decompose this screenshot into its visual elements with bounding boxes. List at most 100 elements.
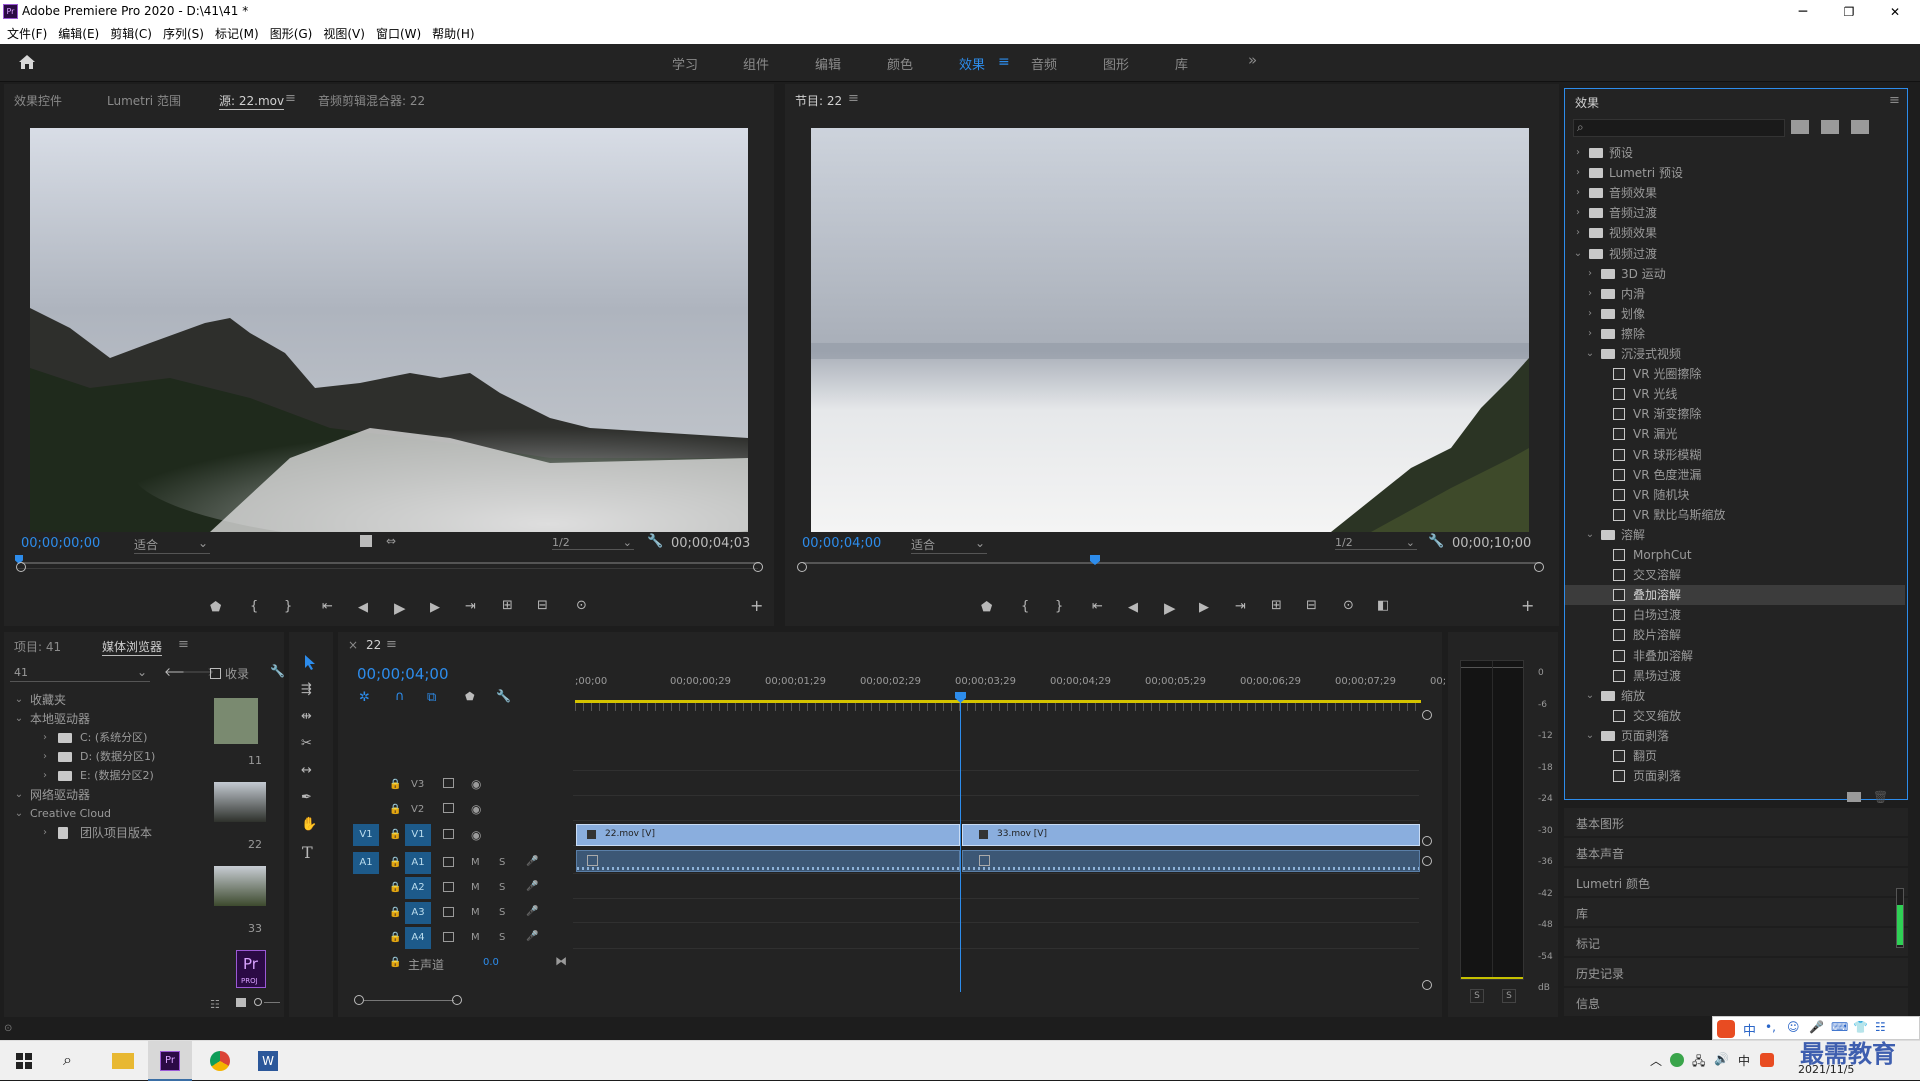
effect-item[interactable]: › 内滑 xyxy=(1565,284,1905,304)
timeline-timecode[interactable]: 00;00;04;00 xyxy=(357,665,449,683)
add-button-icon[interactable]: + xyxy=(1521,596,1534,615)
nest-toggle-icon[interactable]: ✲ xyxy=(359,690,370,705)
tab-effect-controls[interactable]: 效果控件 xyxy=(14,92,62,109)
solo-left-button[interactable]: S xyxy=(1470,989,1484,1003)
mute-button[interactable]: M xyxy=(471,882,480,893)
lock-icon[interactable]: 🔒 xyxy=(389,779,401,790)
zoom-slider-handle[interactable] xyxy=(254,998,262,1006)
sogou-ime-icon[interactable] xyxy=(1760,1053,1774,1067)
menu-view[interactable]: 视图(V) xyxy=(323,24,365,44)
trash-icon[interactable]: 🗑 xyxy=(1873,790,1888,804)
lift-icon[interactable]: ⊞ xyxy=(1271,598,1282,613)
solo-button[interactable]: S xyxy=(499,882,505,893)
effect-item[interactable]: MorphCut xyxy=(1565,545,1905,565)
chevron-down-icon[interactable]: ⌄ xyxy=(1585,525,1595,545)
add-marker-icon[interactable]: ⬟ xyxy=(465,690,475,703)
maximize-button[interactable]: ❐ xyxy=(1834,2,1864,22)
list-view-icon[interactable]: ☷ xyxy=(210,998,220,1011)
chevron-down-icon[interactable]: ⌄ xyxy=(1585,344,1595,364)
workspace-color[interactable]: 颜色 xyxy=(887,54,913,73)
camera-icon[interactable]: ⊙ xyxy=(576,598,587,613)
extract-icon[interactable]: ⊟ xyxy=(1306,598,1317,613)
source-tab-menu-icon[interactable]: ≡ xyxy=(285,91,296,106)
add-marker-icon[interactable]: ⬟ xyxy=(210,600,221,615)
play-icon[interactable]: ▶ xyxy=(1164,599,1176,617)
chevron-right-icon[interactable]: › xyxy=(1585,264,1595,284)
file-explorer-icon[interactable] xyxy=(112,1053,134,1069)
chevron-right-icon[interactable]: › xyxy=(1573,143,1583,163)
ripple-edit-tool-icon[interactable]: ⇹ xyxy=(301,709,312,724)
tab-program[interactable]: 节目: 22 xyxy=(795,92,842,109)
effect-item[interactable]: 叠加溶解 xyxy=(1565,585,1905,606)
premiere-taskbar-button[interactable]: Pr xyxy=(148,1041,192,1081)
effect-item[interactable]: ⌄ 沉浸式视频 xyxy=(1565,344,1905,364)
menu-file[interactable]: 文件(F) xyxy=(7,24,47,44)
comparison-view-icon[interactable]: ◧ xyxy=(1377,598,1389,613)
effect-item[interactable]: ⌄ 视频过渡 xyxy=(1565,244,1905,264)
timeline-zoom-start-handle[interactable] xyxy=(354,995,364,1005)
timeline-scroll-handle-mid[interactable] xyxy=(1422,836,1432,846)
mute-button[interactable]: M xyxy=(471,907,480,918)
mark-in-icon[interactable]: { xyxy=(1021,599,1029,614)
effect-item[interactable]: ⌄ 页面剥落 xyxy=(1565,726,1905,746)
microphone-icon[interactable]: 🎤 xyxy=(526,931,538,942)
accelerated-effects-icon[interactable] xyxy=(1791,120,1809,134)
tab-media-browser[interactable]: 媒体浏览器 xyxy=(102,638,163,656)
master-track-header[interactable]: 🔒 主声道 0.0 ⧓ xyxy=(343,952,573,974)
timeline-settings-icon[interactable]: 🔧 xyxy=(496,689,511,703)
effects-search-input[interactable]: ⌕ xyxy=(1573,119,1785,137)
effect-item[interactable]: 交叉溶解 xyxy=(1565,565,1905,585)
workspace-editing[interactable]: 编辑 xyxy=(815,54,841,73)
track-header-v2[interactable]: 🔒 V2 ◉ xyxy=(343,799,481,821)
track-header-a2[interactable]: 🔒 A2 M S 🎤 xyxy=(343,877,538,899)
clip-22-audio[interactable] xyxy=(576,850,960,872)
sync-lock-icon[interactable] xyxy=(443,907,454,917)
media-tab-menu-icon[interactable]: ≡ xyxy=(178,637,189,652)
effect-item[interactable]: VR 默比乌斯缩放 xyxy=(1565,505,1905,525)
ime-emoji-icon[interactable]: ☺ xyxy=(1787,1020,1800,1034)
sync-lock-icon[interactable] xyxy=(443,829,454,839)
ingest-checkbox[interactable] xyxy=(210,668,221,679)
track-target[interactable]: A4 xyxy=(405,927,431,949)
timeline-playhead-line[interactable] xyxy=(960,697,961,992)
type-tool-icon[interactable]: T xyxy=(302,843,313,862)
chevron-right-icon[interactable]: › xyxy=(1573,183,1583,203)
menu-clip[interactable]: 剪辑(C) xyxy=(110,24,152,44)
workspace-audio[interactable]: 音频 xyxy=(1031,54,1057,73)
effect-item[interactable]: VR 球形模糊 xyxy=(1565,445,1905,465)
mark-out-icon[interactable]: } xyxy=(284,599,292,614)
lock-icon[interactable]: 🔒 xyxy=(389,829,401,840)
word-icon[interactable]: W xyxy=(258,1051,278,1071)
effect-item[interactable]: › 擦除 xyxy=(1565,324,1905,344)
effect-item[interactable]: VR 光线 xyxy=(1565,384,1905,404)
timeline-scroll-handle-audio[interactable] xyxy=(1422,856,1432,866)
track-target[interactable]: A3 xyxy=(405,902,431,924)
panel-lumetri-color[interactable]: Lumetri 颜色 xyxy=(1564,868,1908,896)
thumbnail-33[interactable] xyxy=(214,866,266,906)
solo-button[interactable]: S xyxy=(499,907,505,918)
effect-item[interactable]: VR 随机块 xyxy=(1565,485,1905,505)
clip-33-audio[interactable] xyxy=(962,850,1420,872)
effects-panel-menu-icon[interactable]: ≡ xyxy=(1889,93,1900,108)
more-workspaces-icon[interactable]: » xyxy=(1248,51,1257,69)
panel-markers[interactable]: 标记 xyxy=(1564,928,1908,956)
effect-item[interactable]: VR 色度泄漏 xyxy=(1565,465,1905,485)
close-button[interactable]: ✕ xyxy=(1880,2,1910,22)
hand-tool-icon[interactable]: ✋ xyxy=(301,817,317,832)
timeline-close-icon[interactable]: × xyxy=(348,638,358,652)
effect-item[interactable]: 页面剥落 xyxy=(1565,766,1905,786)
chevron-right-icon[interactable]: › xyxy=(1573,223,1583,243)
source-resolution-dropdown[interactable]: 1/2 ⌄ xyxy=(552,536,634,550)
path-dropdown[interactable]: 41 ⌄ xyxy=(10,664,150,682)
thumbnail-11[interactable] xyxy=(214,698,258,744)
track-header-v1[interactable]: V1 🔒 V1 ◉ xyxy=(343,824,481,846)
insert-icon[interactable]: ⊞ xyxy=(502,598,513,613)
track-header-a3[interactable]: 🔒 A3 M S 🎤 xyxy=(343,902,538,924)
sequence-tab-menu-icon[interactable]: ≡ xyxy=(386,637,397,652)
chevron-down-icon[interactable]: ⌄ xyxy=(1585,686,1595,706)
effect-item[interactable]: VR 渐变擦除 xyxy=(1565,404,1905,424)
program-resolution-dropdown[interactable]: 1/2 ⌄ xyxy=(1335,536,1417,550)
track-target-v1[interactable]: V1 xyxy=(405,824,431,846)
ime-voice-icon[interactable]: 🎤 xyxy=(1809,1020,1824,1034)
ime-menu-icon[interactable]: ☷ xyxy=(1875,1020,1886,1034)
